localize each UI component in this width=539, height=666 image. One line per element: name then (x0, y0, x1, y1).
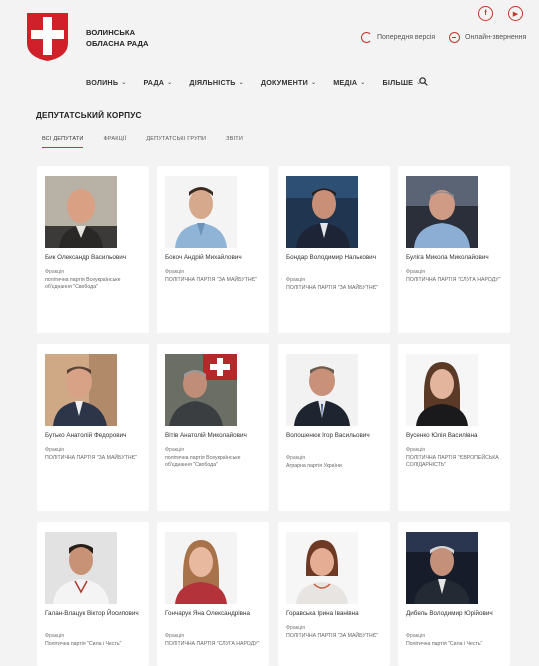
chevron-down-icon: ⌄ (360, 80, 366, 86)
deputy-card[interactable]: Бик Олександр Васильович Фракція політич… (37, 166, 149, 333)
deputy-photo[interactable] (165, 354, 237, 426)
deputy-card[interactable]: Бутько Анатолій Федорович Фракція ПОЛІТИ… (37, 344, 149, 511)
deputy-party: ПОЛІТИЧНА ПАРТІЯ "ЗА МАЙБУТНЄ" (286, 633, 379, 639)
site-header: Волинська обласна рада f ▶ Попередня вер… (0, 0, 539, 106)
fraction-label: Фракція (286, 625, 305, 631)
deputy-photo[interactable] (406, 176, 478, 248)
deputy-photo[interactable] (45, 532, 117, 604)
deputy-photo[interactable] (286, 354, 358, 426)
chevron-down-icon: ⌄ (121, 80, 127, 86)
deputy-name[interactable]: Вусенко Юлія Василівна (406, 431, 506, 440)
page-title: Депутатський корпус (36, 111, 142, 120)
deputy-card[interactable]: Бондар Володимир Налькович Фракція ПОЛІТ… (278, 166, 390, 333)
refresh-icon (361, 32, 372, 43)
coat-of-arms-logo[interactable] (27, 13, 68, 61)
deputy-card[interactable]: Горавська Ірина Іванівна Фракція ПОЛІТИЧ… (278, 522, 390, 666)
deputy-photo[interactable] (45, 176, 117, 248)
nav-item-media[interactable]: Медіа ⌄ (333, 78, 365, 87)
fraction-label: Фракція (45, 633, 64, 639)
fraction-label: Фракція (165, 447, 184, 453)
deputy-photo[interactable] (165, 532, 237, 604)
deputy-card[interactable]: Вусенко Юлія Василівна Фракція ПОЛІТИЧНА… (398, 344, 510, 511)
deputy-photo[interactable] (406, 354, 478, 426)
deputy-party: політична партія Всеукраїнське об'єднанн… (165, 455, 241, 469)
deputy-photo[interactable] (406, 532, 478, 604)
deputy-photo[interactable] (165, 176, 237, 248)
deputy-party: ПОЛІТИЧНА ПАРТІЯ "СЛУГА НАРОДУ" (406, 277, 501, 283)
fraction-label: Фракція (165, 633, 184, 639)
deputy-party: Політична партія "Сила і Честь" (45, 641, 122, 647)
previous-version-link[interactable]: Попередня версія (361, 32, 435, 43)
fraction-label: Фракція (406, 633, 425, 639)
deputy-party: ПОЛІТИЧНА ПАРТІЯ "ЄВРОПЕЙСЬКА СОЛІДАРНІС… (406, 455, 499, 469)
fraction-label: Фракція (406, 447, 425, 453)
deputy-name[interactable]: Бик Олександр Васильович (45, 253, 145, 262)
tab-deputy-groups[interactable]: Депутатські групи (146, 136, 206, 148)
deputy-card[interactable]: Гончарук Яна Олександрівна Фракція ПОЛІТ… (157, 522, 269, 666)
nav-item-volyn[interactable]: Волинь ⌄ (86, 78, 126, 87)
deputy-name[interactable]: Бондар Володимир Налькович (286, 253, 386, 262)
tab-reports[interactable]: Звіти (226, 136, 243, 148)
main-nav: Волинь ⌄ Рада ⌄ Діяльність ⌄ Документи ⌄ Мед… (86, 78, 438, 87)
deputy-card[interactable]: Волошенюк Ігор Васильович Фракція Аграрн… (278, 344, 390, 511)
deputy-party: Політична партія "Сила і Честь" (406, 641, 483, 647)
deputy-photo[interactable] (45, 354, 117, 426)
deputy-card[interactable]: Вітів Анатолій Миколайович Фракція політ… (157, 344, 269, 511)
deputy-party: ПОЛІТИЧНА ПАРТІЯ "ЗА МАЙБУТНЄ" (165, 277, 258, 283)
tab-fractions[interactable]: Фракції (103, 136, 126, 148)
deputy-tabs: Всі депутати Фракції Депутатські групи З… (42, 136, 263, 148)
org-name[interactable]: Волинська обласна рада (86, 27, 149, 49)
youtube-icon[interactable]: ▶ (508, 6, 523, 21)
deputy-party: ПОЛІТИЧНА ПАРТІЯ "ЗА МАЙБУТНЄ" (286, 285, 379, 291)
nav-item-rada[interactable]: Рада ⌄ (143, 78, 172, 87)
nav-item-documents[interactable]: Документи ⌄ (261, 78, 316, 87)
tab-all-deputies[interactable]: Всі депутати (42, 136, 84, 148)
online-appeal-link[interactable]: Онлайн-звернення (449, 32, 526, 43)
deputy-name[interactable]: Вітів Анатолій Миколайович (165, 431, 265, 440)
deputy-name[interactable]: Буліга Микола Миколайович (406, 253, 506, 262)
deputy-name[interactable]: Дибель Володимир Юрійович (406, 609, 506, 618)
facebook-icon[interactable]: f (478, 6, 493, 21)
nav-item-activity[interactable]: Діяльність ⌄ (189, 78, 243, 87)
fraction-label: Фракція (45, 269, 64, 275)
fraction-label: Фракція (406, 269, 425, 275)
deputy-card[interactable]: Буліга Микола Миколайович Фракція ПОЛІТИ… (398, 166, 510, 333)
deputy-card[interactable]: Галан-Влацук Віктор Йосипович Фракція По… (37, 522, 149, 666)
deputy-name[interactable]: Горавська Ірина Іванівна (286, 609, 386, 618)
deputy-name[interactable]: Волошенюк Ігор Васильович (286, 431, 386, 440)
chevron-down-icon: ⌄ (238, 80, 244, 86)
chevron-down-icon: ⌄ (167, 80, 173, 86)
deputy-name[interactable]: Бокоч Андрій Михайлович (165, 253, 265, 262)
fraction-label: Фракція (286, 455, 305, 461)
deputy-name[interactable]: Бутько Анатолій Федорович (45, 431, 145, 440)
arrow-circle-icon (449, 32, 460, 43)
chevron-down-icon: ⌄ (310, 80, 317, 86)
fraction-label: Фракція (286, 277, 305, 283)
deputy-card[interactable]: Дибель Володимир Юрійович Фракція Політи… (398, 522, 510, 666)
deputy-party: ПОЛІТИЧНА ПАРТІЯ "СЛУГА НАРОДУ" (165, 641, 260, 647)
fraction-label: Фракція (45, 447, 64, 453)
fraction-label: Фракція (165, 269, 184, 275)
deputy-card[interactable]: Бокоч Андрій Михайлович Фракція ПОЛІТИЧН… (157, 166, 269, 333)
deputy-photo[interactable] (286, 176, 358, 248)
deputy-party: політична партія Всеукраїнське об'єднанн… (45, 277, 121, 291)
nav-item-more[interactable]: Більше ⌄ (383, 78, 422, 87)
deputy-name[interactable]: Гончарук Яна Олександрівна (165, 609, 265, 618)
deputy-party: ПОЛІТИЧНА ПАРТІЯ "ЗА МАЙБУТНЄ" (45, 455, 138, 461)
deputy-party: Аграрна партія України (286, 463, 342, 469)
deputy-photo[interactable] (286, 532, 358, 604)
search-icon[interactable] (419, 77, 428, 86)
deputy-name[interactable]: Галан-Влацук Віктор Йосипович (45, 609, 145, 618)
